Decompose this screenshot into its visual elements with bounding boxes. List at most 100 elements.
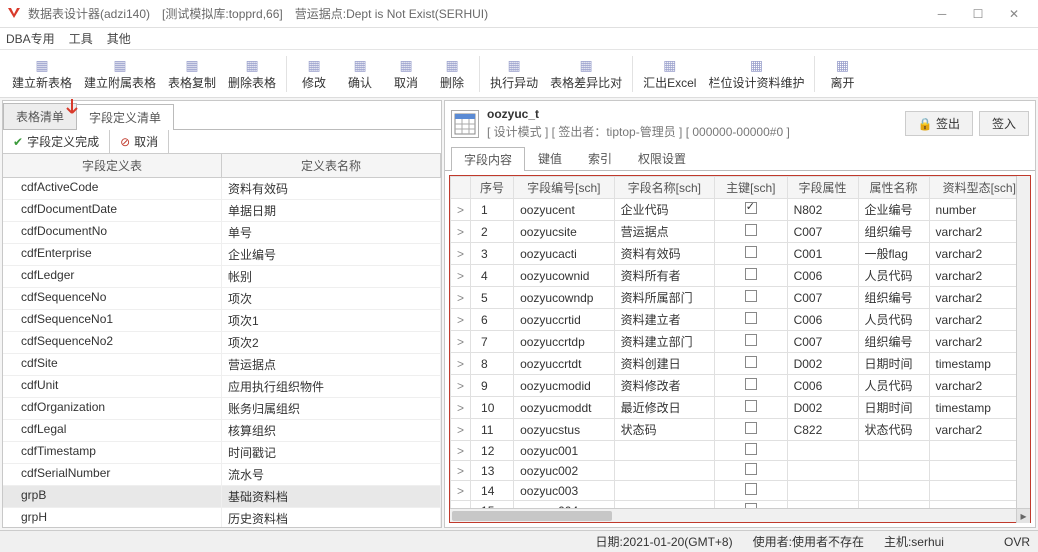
toolbar-edit[interactable]: ▦修改 <box>291 54 337 93</box>
cell-attr: N802 <box>787 199 858 221</box>
left-row[interactable]: cdfSequenceNo项次 <box>3 288 441 310</box>
toolbar-delete[interactable]: ▦删除表格 <box>222 54 282 93</box>
menu-其他[interactable]: 其他 <box>107 30 131 47</box>
left-row[interactable]: cdfSequenceNo1项次1 <box>3 310 441 332</box>
pk-checkbox[interactable] <box>745 378 757 390</box>
table-row[interactable]: >7oozyuccrtdp资料建立部门C007组织编号varchar2 <box>451 331 1030 353</box>
pk-checkbox[interactable] <box>745 422 757 434</box>
table-row[interactable]: >1oozyucent企业代码N802企业编号number <box>451 199 1030 221</box>
right-tab-1[interactable]: 键值 <box>525 146 575 170</box>
left-cell-id: cdfEnterprise <box>3 244 222 265</box>
close-button[interactable]: ✕ <box>996 0 1032 28</box>
pk-checkbox[interactable] <box>745 224 757 236</box>
left-row[interactable]: cdfDocumentNo单号 <box>3 222 441 244</box>
cell-id: oozyuccrtid <box>514 309 615 331</box>
pk-checkbox[interactable] <box>745 290 757 302</box>
pk-checkbox[interactable] <box>745 268 757 280</box>
maximize-button[interactable]: ☐ <box>960 0 996 28</box>
col-header[interactable]: 主键[sch] <box>715 177 788 199</box>
toolbar-exec[interactable]: ▦执行异动 <box>484 54 544 93</box>
right-tab-0[interactable]: 字段内容 <box>451 147 525 171</box>
toolbar-colmaint[interactable]: ▦栏位设计资料维护 <box>702 54 810 93</box>
minimize-button[interactable]: ─ <box>924 0 960 28</box>
table-row[interactable]: >5oozyucowndp资料所属部门C007组织编号varchar2 <box>451 287 1030 309</box>
toolbar-cancel[interactable]: ▦取消 <box>383 54 429 93</box>
col-header[interactable]: 资料型态[sch] <box>929 177 1029 199</box>
pk-checkbox[interactable] <box>745 334 757 346</box>
left-row[interactable]: cdfEnterprise企业编号 <box>3 244 441 266</box>
table-row[interactable]: >3oozyucacti资料有效码C001一般flagvarchar2 <box>451 243 1030 265</box>
left-row[interactable]: cdfActiveCode资料有效码 <box>3 178 441 200</box>
pk-checkbox[interactable] <box>745 312 757 324</box>
vertical-scrollbar[interactable] <box>1016 176 1030 508</box>
right-tab-3[interactable]: 权限设置 <box>625 146 699 170</box>
scrollbar-thumb[interactable] <box>452 511 612 521</box>
toolbar-leave[interactable]: ▦离开 <box>819 54 865 93</box>
field-def-done-button[interactable]: ✔字段定义完成 <box>3 130 110 153</box>
cell-attr: D002 <box>787 397 858 419</box>
left-row[interactable]: cdfLedger帐别 <box>3 266 441 288</box>
left-row[interactable]: cdfUnit应用执行组织物件 <box>3 376 441 398</box>
left-row[interactable]: cdfSequenceNo2项次2 <box>3 332 441 354</box>
app-title: 数据表设计器(adzi140) <box>28 5 150 22</box>
left-grid-body[interactable]: cdfActiveCode资料有效码cdfDocumentDate单据日期cdf… <box>3 178 441 527</box>
table-row[interactable]: >13oozyuc002 <box>451 461 1030 481</box>
left-row[interactable]: cdfSite营运据点 <box>3 354 441 376</box>
left-row[interactable]: grpB基础资料档 <box>3 486 441 508</box>
pk-checkbox[interactable] <box>745 443 757 455</box>
cell-attr: C007 <box>787 331 858 353</box>
scroll-right-button[interactable]: ▸ <box>1016 509 1030 523</box>
table-row[interactable]: >12oozyuc001 <box>451 441 1030 461</box>
col-header[interactable]: 字段属性 <box>787 177 858 199</box>
pk-checkbox[interactable] <box>745 246 757 258</box>
checkin-button[interactable]: 签入 <box>979 111 1029 136</box>
toolbar-del[interactable]: ▦删除 <box>429 54 475 93</box>
left-row[interactable]: cdfOrganization账务归属组织 <box>3 398 441 420</box>
site-title: 营运据点:Dept is Not Exist(SERHUI) <box>295 5 488 22</box>
pk-checkbox[interactable] <box>745 463 757 475</box>
pk-checkbox[interactable] <box>745 202 757 214</box>
table-row[interactable]: >10oozyucmoddt最近修改日D002日期时间timestamp <box>451 397 1030 419</box>
cell-name: 最近修改日 <box>614 397 714 419</box>
cell-attrname: 组织编号 <box>858 331 929 353</box>
col-header[interactable]: 属性名称 <box>858 177 929 199</box>
toolbar-diff[interactable]: ▦表格差异比对 <box>544 54 628 93</box>
left-row[interactable]: cdfSerialNumber流水号 <box>3 464 441 486</box>
toolbar-new-table[interactable]: ▦建立新表格 <box>6 54 78 93</box>
table-row[interactable]: >8oozyuccrtdt资料创建日D002日期时间timestamp <box>451 353 1030 375</box>
toolbar-excel[interactable]: ▦汇出Excel <box>637 54 702 93</box>
left-tab-1[interactable]: 字段定义清单 <box>76 104 174 130</box>
right-tab-2[interactable]: 索引 <box>575 146 625 170</box>
pk-checkbox[interactable] <box>745 483 757 495</box>
checkin-label: 签入 <box>992 117 1016 131</box>
menu-DBA专用[interactable]: DBA专用 <box>6 30 55 47</box>
horizontal-scrollbar[interactable]: ▸ <box>450 508 1030 522</box>
toolbar-ok[interactable]: ▦确认 <box>337 54 383 93</box>
left-row[interactable]: cdfDocumentDate单据日期 <box>3 200 441 222</box>
table-row[interactable]: >15oozyuc004 <box>451 501 1030 509</box>
toolbar-copy[interactable]: ▦表格复制 <box>162 54 222 93</box>
table-row[interactable]: >6oozyuccrtid资料建立者C006人员代码varchar2 <box>451 309 1030 331</box>
cell-attr <box>787 461 858 481</box>
left-row[interactable]: grpH历史资料档 <box>3 508 441 527</box>
left-row[interactable]: cdfTimestamp时间戳记 <box>3 442 441 464</box>
right-grid[interactable]: 序号字段编号[sch]字段名称[sch]主键[sch]字段属性属性名称资料型态[… <box>450 176 1030 508</box>
toolbar-subtable[interactable]: ▦建立附属表格 <box>78 54 162 93</box>
left-row[interactable]: cdfLegal核算组织 <box>3 420 441 442</box>
table-row[interactable]: >14oozyuc003 <box>451 481 1030 501</box>
table-row[interactable]: >11oozyucstus状态码C822状态代码varchar2 <box>451 419 1030 441</box>
field-def-cancel-button[interactable]: ⊘取消 <box>110 130 169 153</box>
col-header[interactable]: 序号 <box>471 177 514 199</box>
col-header[interactable]: 字段编号[sch] <box>514 177 615 199</box>
cell-attrname: 日期时间 <box>858 397 929 419</box>
table-row[interactable]: >9oozyucmodid资料修改者C006人员代码varchar2 <box>451 375 1030 397</box>
col-header[interactable]: 字段名称[sch] <box>614 177 714 199</box>
menu-工具[interactable]: 工具 <box>69 30 93 47</box>
table-row[interactable]: >4oozyucownid资料所有者C006人员代码varchar2 <box>451 265 1030 287</box>
left-tab-0[interactable]: 表格清单 <box>3 103 77 129</box>
cell-attr: C006 <box>787 309 858 331</box>
checkout-button[interactable]: 🔒 签出 <box>905 111 973 136</box>
pk-checkbox[interactable] <box>745 356 757 368</box>
pk-checkbox[interactable] <box>745 400 757 412</box>
table-row[interactable]: >2oozyucsite营运据点C007组织编号varchar2 <box>451 221 1030 243</box>
